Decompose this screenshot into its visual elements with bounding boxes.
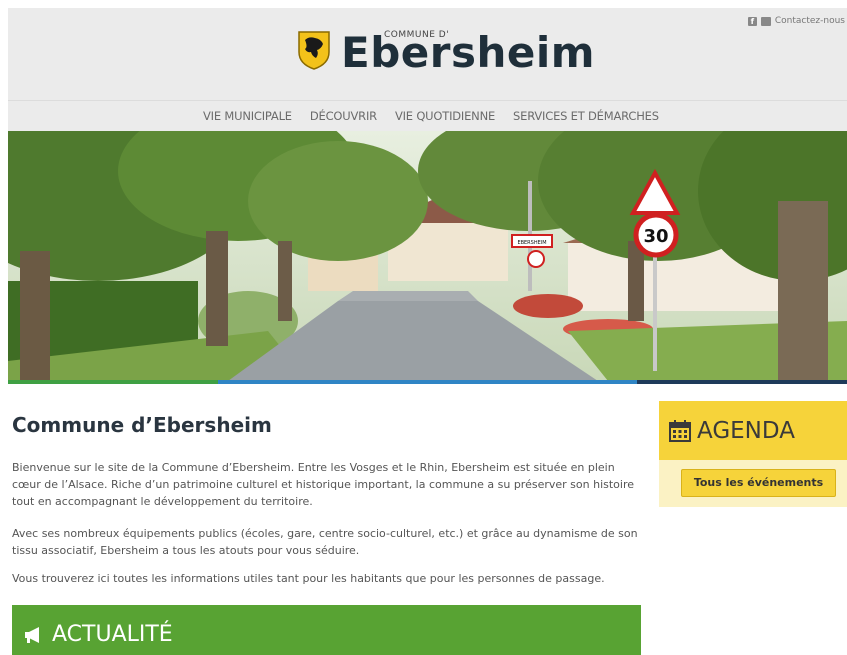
speed-limit-sign: 30 xyxy=(643,226,668,247)
intro-paragraph-2: Avec ses nombreux équipements publics (é… xyxy=(12,527,638,557)
main-nav: VIE MUNICIPALE DÉCOUVRIR VIE QUOTIDIENNE… xyxy=(8,100,847,131)
shield-logo-icon xyxy=(298,31,330,70)
mail-icon[interactable] xyxy=(760,16,771,26)
hero-image: 30 EBERSHEIM xyxy=(8,131,847,381)
nav-item-vie-municipale[interactable]: VIE MUNICIPALE xyxy=(203,109,292,123)
nav-item-vie-quotidienne[interactable]: VIE QUOTIDIENNE xyxy=(395,109,495,123)
agenda-header: AGENDA xyxy=(659,401,847,460)
site-logo[interactable]: COMMUNE D' Ebersheim xyxy=(297,30,595,74)
calendar-icon xyxy=(669,420,691,442)
megaphone-icon xyxy=(25,626,39,643)
all-events-button[interactable]: Tous les événements xyxy=(681,469,836,497)
agenda-title: AGENDA xyxy=(697,418,795,444)
nav-item-decouvrir[interactable]: DÉCOUVRIR xyxy=(310,109,377,123)
top-links: f Contactez-nous xyxy=(747,16,845,26)
nav-item-services-demarches[interactable]: SERVICES ET DÉMARCHES xyxy=(513,109,659,123)
town-sign: EBERSHEIM xyxy=(517,240,546,246)
contact-link[interactable]: Contactez-nous xyxy=(775,16,845,26)
actualite-title: ACTUALITÉ xyxy=(52,622,173,647)
site-header: f Contactez-nous COMMUNE D' Ebersheim xyxy=(8,8,847,107)
facebook-icon[interactable]: f xyxy=(747,16,757,26)
page-title: Commune d’Ebersheim xyxy=(12,413,272,437)
agenda-panel: AGENDA Tous les événements xyxy=(659,401,847,507)
logo-title: Ebersheim xyxy=(341,28,595,77)
logo-small-text: COMMUNE D' xyxy=(384,30,450,40)
hero-accent-bar xyxy=(8,380,847,384)
intro-paragraph-3: Vous trouverez ici toutes les informatio… xyxy=(12,572,605,585)
intro-paragraph-1: Bienvenue sur le site de la Commune d’Eb… xyxy=(12,461,635,508)
hero-illustration: 30 EBERSHEIM xyxy=(8,131,847,381)
